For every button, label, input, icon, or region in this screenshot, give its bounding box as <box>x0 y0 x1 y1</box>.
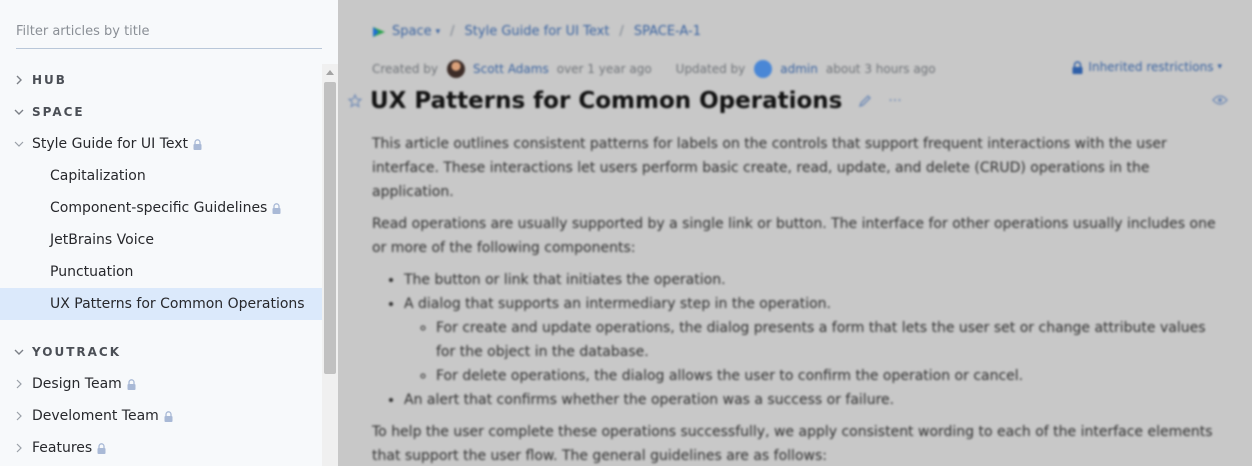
star-icon[interactable] <box>348 94 362 108</box>
chevron-right-icon <box>13 378 25 390</box>
tree-item-label: Style Guide for UI Text <box>32 136 189 152</box>
lock-icon <box>272 202 281 214</box>
section-space[interactable]: SPACE <box>0 96 322 128</box>
updated-label: Updated by <box>675 62 746 76</box>
created-user-link[interactable]: Scott Adams <box>473 62 549 76</box>
created-label: Created by <box>372 62 439 76</box>
tree-item-development-team[interactable]: Develoment Team <box>0 400 322 432</box>
section-youtrack[interactable]: YOUTRACK <box>0 336 322 368</box>
tree-item-design-team[interactable]: Design Team <box>0 368 322 400</box>
tree-item-style-guide[interactable]: Style Guide for UI Text <box>0 128 322 160</box>
filter-field[interactable] <box>16 20 322 49</box>
filter-input[interactable] <box>16 20 322 39</box>
breadcrumb-separator: / <box>450 24 455 39</box>
breadcrumb: Space ▾ / Style Guide for UI Text / SPAC… <box>372 24 701 39</box>
chevron-right-icon <box>13 410 25 422</box>
title-row: UX Patterns for Common Operations ··· <box>348 88 1228 114</box>
paragraph: Read operations are usually supported by… <box>372 216 1216 256</box>
lock-icon <box>1072 60 1083 74</box>
bullet-list: The button or link that initiates the op… <box>372 268 1228 412</box>
sidebar-scrollbar[interactable] <box>322 64 338 466</box>
lock-icon <box>127 378 136 390</box>
chevron-down-icon: ▾ <box>1217 62 1222 72</box>
restrictions-label: Inherited restrictions <box>1088 60 1214 74</box>
tree-item-features[interactable]: Features <box>0 432 322 464</box>
avatar <box>447 60 466 78</box>
scrollbar-thumb[interactable] <box>324 82 336 374</box>
tree-item-jetbrains-voice[interactable]: JetBrains Voice <box>0 224 322 256</box>
tree-item-label: Capitalization <box>50 168 146 184</box>
section-hub[interactable]: HUB <box>0 64 322 96</box>
chevron-down-icon <box>13 346 25 358</box>
updated-user-link[interactable]: admin <box>780 62 818 76</box>
list-item: The button or link that initiates the op… <box>404 268 1228 292</box>
tree-item-label: JetBrains Voice <box>50 232 154 248</box>
tree-item-label: UX Patterns for Common Operations <box>50 296 305 312</box>
eye-icon[interactable] <box>1212 94 1228 106</box>
sidebar: HUB SPACE Style Guide for UI Text Capita… <box>0 0 338 466</box>
breadcrumb-guide[interactable]: Style Guide for UI Text <box>465 24 610 39</box>
page-title: UX Patterns for Common Operations <box>370 88 843 114</box>
tree-item-label: Component-specific Guidelines <box>50 200 268 216</box>
article-body: This article outlines consistent pattern… <box>372 132 1228 466</box>
avatar <box>754 60 773 78</box>
tree-item-label: Design Team <box>32 376 122 392</box>
list-item: For create and update operations, the di… <box>436 316 1228 364</box>
updated-time: about 3 hours ago <box>825 62 936 76</box>
paragraph: To help the user complete these operatio… <box>372 424 1213 464</box>
created-time: over 1 year ago <box>556 62 652 76</box>
article-content: Space ▾ / Style Guide for UI Text / SPAC… <box>338 0 1252 466</box>
chevron-down-icon[interactable]: ▾ <box>436 27 441 37</box>
breadcrumb-space[interactable]: Space <box>392 24 432 39</box>
list-item: A dialog that supports an intermediary s… <box>404 292 1228 388</box>
article-pane: Space ▾ / Style Guide for UI Text / SPAC… <box>338 0 1252 466</box>
chevron-down-icon <box>13 138 25 150</box>
breadcrumb-separator: / <box>619 24 624 39</box>
chevron-right-icon <box>13 442 25 454</box>
more-icon[interactable]: ··· <box>888 93 901 109</box>
section-label: YOUTRACK <box>32 345 122 359</box>
restrictions-button[interactable]: Inherited restrictions ▾ <box>1072 60 1222 74</box>
tree-item-component-guidelines[interactable]: Component-specific Guidelines <box>0 192 322 224</box>
list-item-text: A dialog that supports an intermediary s… <box>404 296 831 312</box>
tree-item-ux-patterns[interactable]: UX Patterns for Common Operations <box>0 288 322 320</box>
tree-item-capitalization[interactable]: Capitalization <box>0 160 322 192</box>
breadcrumb-id[interactable]: SPACE-A-1 <box>634 24 701 39</box>
nested-bullet-list: For create and update operations, the di… <box>404 316 1228 388</box>
space-logo-icon <box>373 26 385 37</box>
lock-icon <box>164 410 173 422</box>
scroll-up-arrow-icon[interactable] <box>326 70 334 75</box>
list-item: For delete operations, the dialog allows… <box>436 364 1228 388</box>
article-meta: Created by Scott Adams over 1 year ago U… <box>372 60 936 78</box>
section-label: SPACE <box>32 105 85 119</box>
tree-item-label: Punctuation <box>50 264 134 280</box>
lock-icon <box>193 138 202 150</box>
tree-item-punctuation[interactable]: Punctuation <box>0 256 322 288</box>
edit-icon[interactable] <box>858 94 872 108</box>
lock-icon <box>97 442 106 454</box>
paragraph: This article outlines consistent pattern… <box>372 136 1167 200</box>
chevron-down-icon <box>13 106 25 118</box>
tree-item-label: Develoment Team <box>32 408 159 424</box>
list-item: An alert that confirms whether the opera… <box>404 388 1228 412</box>
chevron-right-icon <box>13 74 25 86</box>
section-label: HUB <box>32 73 67 87</box>
tree-item-label: Features <box>32 440 93 456</box>
